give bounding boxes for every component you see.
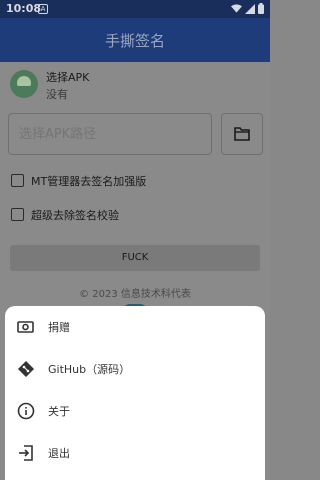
menu-label: 关于 [48, 405, 70, 418]
fuck-button[interactable]: FUCK [10, 245, 260, 271]
folder-open-icon [234, 127, 250, 141]
menu-label: GitHub（源码） [48, 363, 131, 376]
copyright-text: © 2023 信息技术科代表 [79, 289, 191, 300]
notification-badge: A [38, 4, 48, 14]
status-icons [231, 3, 264, 14]
page-title: 手撕签名 [104, 32, 165, 50]
select-apk-subtitle: 没有 [46, 88, 68, 101]
option-label: 超级去除签名校验 [31, 209, 119, 222]
exit-icon [19, 445, 33, 461]
option-label: MT管理器去签名加强版 [31, 175, 147, 188]
android-app-icon [10, 70, 38, 98]
select-apk-title: 选择APK [46, 71, 90, 84]
wifi-icon [231, 3, 242, 13]
browse-folder-button[interactable] [221, 113, 263, 155]
donate-icon [17, 321, 34, 333]
android-robot-icon [17, 76, 31, 86]
option-super-remove[interactable]: 超级去除签名校验 [11, 206, 251, 224]
checkbox[interactable] [11, 174, 24, 187]
signal-icon [245, 3, 255, 14]
git-icon [18, 361, 34, 377]
menu-label: 退出 [48, 447, 70, 460]
menu-item-exit[interactable]: 退出 [5, 433, 265, 473]
menu-item-github[interactable]: GitHub（源码） [5, 349, 265, 389]
select-apk-row[interactable]: 选择APK 没有 [10, 67, 260, 103]
app-bar: 手撕签名 [0, 18, 270, 62]
bottom-sheet-menu: 捐赠 GitHub（源码） 关于 退出 [5, 306, 265, 480]
apk-path-input[interactable] [8, 113, 212, 155]
status-bar: 10:08 A [0, 0, 270, 18]
menu-item-about[interactable]: 关于 [5, 391, 265, 431]
checkbox[interactable] [11, 208, 24, 221]
menu-item-donate[interactable]: 捐赠 [5, 307, 265, 347]
battery-icon [258, 3, 264, 14]
status-time: 10:08 [6, 2, 42, 15]
menu-label: 捐赠 [48, 321, 70, 334]
option-mt-manager[interactable]: MT管理器去签名加强版 [11, 172, 251, 190]
info-icon [17, 402, 35, 420]
